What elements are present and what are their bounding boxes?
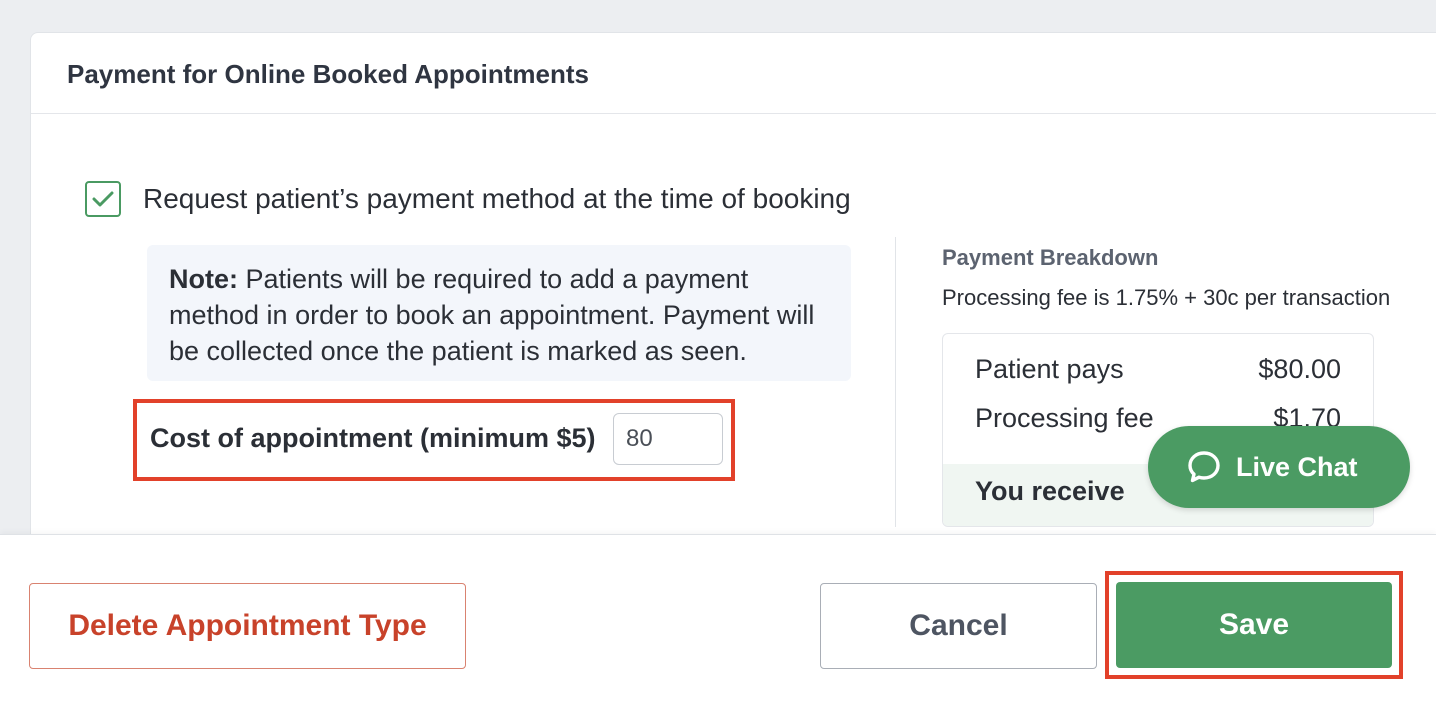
live-chat-button[interactable]: Live Chat bbox=[1148, 426, 1410, 508]
card-title: Payment for Online Booked Appointments bbox=[67, 59, 589, 89]
note-prefix: Note: bbox=[169, 264, 238, 294]
cost-of-appointment-row: Cost of appointment (minimum $5) bbox=[133, 399, 735, 481]
chat-bubble-icon bbox=[1186, 449, 1222, 485]
delete-appointment-type-button[interactable]: Delete Appointment Type bbox=[29, 583, 466, 669]
modal-footer: Delete Appointment Type Cancel Save bbox=[0, 534, 1436, 703]
cost-of-appointment-label: Cost of appointment (minimum $5) bbox=[150, 423, 596, 453]
payment-breakdown-title: Payment Breakdown bbox=[942, 245, 1159, 270]
request-payment-label[interactable]: Request patient’s payment method at the … bbox=[143, 183, 851, 215]
cancel-button[interactable]: Cancel bbox=[820, 583, 1097, 669]
breakdown-row-label: Processing fee bbox=[975, 403, 1154, 433]
payment-note: Note: Patients will be required to add a… bbox=[147, 245, 851, 381]
request-payment-checkbox[interactable] bbox=[85, 181, 121, 217]
processing-fee-description: Processing fee is 1.75% + 30c per transa… bbox=[942, 285, 1391, 310]
breakdown-row-patient-pays: Patient pays $80.00 bbox=[943, 346, 1373, 394]
breakdown-total-label: You receive bbox=[975, 476, 1125, 506]
card-header: Payment for Online Booked Appointments bbox=[31, 33, 1436, 114]
live-chat-label: Live Chat bbox=[1236, 451, 1358, 482]
note-text: Patients will be required to add a payme… bbox=[169, 264, 815, 366]
vertical-divider bbox=[895, 237, 896, 527]
save-button[interactable]: Save bbox=[1116, 582, 1392, 668]
cost-of-appointment-input[interactable] bbox=[613, 413, 723, 465]
checkmark-icon bbox=[92, 191, 114, 207]
breakdown-row-label: Patient pays bbox=[975, 354, 1124, 384]
breakdown-row-value: $80.00 bbox=[1258, 354, 1341, 384]
